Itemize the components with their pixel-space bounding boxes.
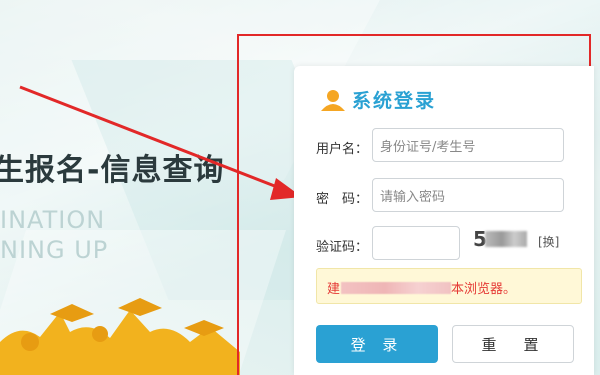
captcha-image[interactable]: 5 [473,227,529,251]
captcha-refresh-link[interactable]: [换] [538,233,559,250]
hero-subtitle-line1: INATION [0,206,106,234]
password-placeholder: 请输入密码 [380,189,446,205]
login-title: 系统登录 [320,86,436,113]
login-title-text: 系统登录 [352,90,437,112]
password-input[interactable]: 请输入密码 [372,178,564,212]
notice-redacted [341,282,451,294]
captcha-input[interactable] [372,226,460,260]
captcha-blur [485,231,527,247]
username-label: 用户名： [316,142,369,157]
browser-notice: 建 本浏览器。 [316,268,582,304]
notice-prefix: 建 [327,282,341,297]
reset-button[interactable]: 重 置 [452,325,574,363]
username-input[interactable]: 身份证号/考生号 [372,128,564,162]
hero-headline: 生报名-信息查询 [0,153,225,188]
login-button[interactable]: 登 录 [316,325,438,363]
notice-suffix: 本浏览器。 [451,282,517,297]
username-placeholder: 身份证号/考生号 [380,139,476,155]
captcha-label: 验证码： [316,240,369,255]
user-icon [321,89,345,111]
hero-subtitle-line2: NING UP [0,236,109,264]
password-label: 密 码： [316,192,369,207]
graduation-crowd-illustration [0,298,240,375]
